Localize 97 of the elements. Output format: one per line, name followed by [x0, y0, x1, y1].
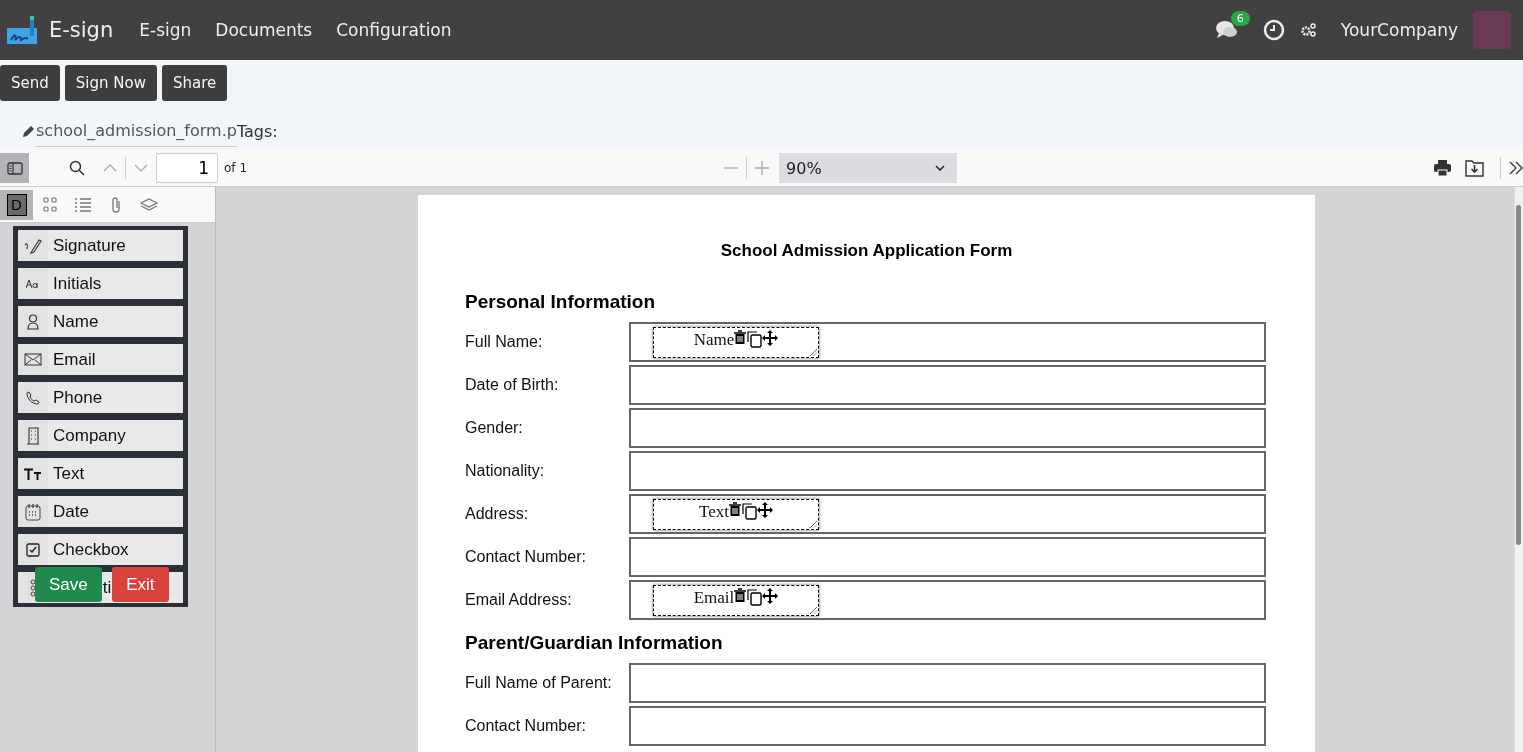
placed-field[interactable]: Email — [653, 584, 819, 616]
layers-icon — [139, 197, 158, 212]
field-type-label: Checkbox — [53, 539, 129, 560]
form-field-label: Date of Birth: — [465, 376, 560, 394]
resize-grip-icon[interactable] — [810, 348, 817, 356]
exit-button[interactable]: Exit — [112, 567, 169, 602]
field-type-item[interactable]: Initials — [18, 268, 183, 299]
action-button[interactable]: Send — [0, 65, 60, 101]
field-type-label: Name — [53, 311, 99, 332]
form-field-label: Email Address: — [465, 591, 573, 609]
form-field-label: Full Name: — [465, 333, 544, 351]
text-size-icon — [24, 467, 42, 480]
sidebar-toggle-button[interactable] — [0, 153, 29, 183]
sidebar-panel-icon — [6, 161, 23, 175]
company-name[interactable]: YourCompany — [1340, 20, 1458, 40]
field-type-label: Signature — [53, 235, 126, 256]
app-title: E-sign — [49, 18, 114, 42]
calendar-icon — [25, 502, 41, 521]
form-field-label: Nationality: — [465, 462, 546, 480]
field-type-item[interactable]: Date — [18, 496, 183, 527]
copy-icon[interactable] — [746, 587, 763, 606]
field-type-item[interactable]: Name — [18, 306, 183, 337]
list-icon — [73, 196, 92, 213]
move-icon[interactable] — [762, 329, 779, 346]
field-type-label: Text — [53, 463, 85, 484]
field-type-label: Date — [53, 501, 89, 522]
paperclip-icon — [109, 195, 122, 214]
gears-icon[interactable] — [1300, 22, 1317, 38]
search-icon[interactable] — [69, 160, 85, 176]
form-input-box[interactable] — [629, 408, 1266, 448]
signature-logo-icon — [6, 15, 38, 45]
filename-field[interactable]: school_admission_form.p — [36, 121, 237, 147]
zoom-select[interactable]: 90% — [779, 153, 957, 183]
field-type-label: Company — [53, 425, 126, 446]
form-field-label: Full Name of Parent: — [465, 674, 613, 692]
menu-item[interactable]: Configuration — [336, 20, 452, 40]
download-icon[interactable] — [1465, 159, 1484, 177]
page-number-field[interactable]: 1 — [156, 153, 218, 183]
action-button[interactable]: Sign Now — [64, 65, 157, 101]
placed-field[interactable]: Text — [653, 498, 819, 530]
field-type-item[interactable]: Signature — [18, 230, 183, 261]
caret-icon — [935, 165, 945, 171]
field-type-item[interactable]: Email — [18, 344, 183, 375]
dots-icon — [29, 578, 37, 597]
field-type-label: Initials — [53, 273, 102, 294]
action-button[interactable]: Share — [161, 65, 228, 101]
copy-icon[interactable] — [746, 329, 763, 348]
form-title: School Admission Application Form — [719, 241, 1014, 261]
building-icon — [26, 426, 40, 445]
tags-label: Tags: — [236, 121, 278, 141]
chat-icon[interactable] — [1214, 19, 1239, 41]
move-icon[interactable] — [762, 587, 779, 604]
move-icon[interactable] — [757, 501, 773, 518]
form-input-box[interactable]: Text — [629, 494, 1266, 534]
copy-icon[interactable] — [741, 501, 757, 520]
print-icon[interactable] — [1434, 160, 1451, 176]
phone-icon — [26, 390, 40, 405]
sidebar-tab[interactable]: D — [0, 189, 33, 220]
message-count-badge: 6 — [1230, 11, 1250, 26]
field-type-item[interactable]: Checkbox — [18, 534, 183, 565]
form-input-box[interactable] — [629, 537, 1266, 577]
section-heading: Parent/Guardian Information — [465, 632, 724, 654]
field-type-item[interactable]: Phone — [18, 382, 183, 413]
field-type-item[interactable]: Text — [18, 458, 183, 489]
field-type-item[interactable]: Company — [18, 420, 183, 451]
form-input-box[interactable] — [629, 451, 1266, 491]
save-button[interactable]: Save — [35, 567, 102, 602]
clock-icon[interactable] — [1262, 19, 1285, 41]
field-type-label: ti — [102, 577, 112, 598]
form-input-box[interactable]: Name — [629, 322, 1266, 362]
form-field-label: Contact Number: — [465, 717, 587, 735]
pencil-icon[interactable] — [22, 124, 36, 138]
menu-item[interactable]: Documents — [215, 20, 313, 40]
form-input-box[interactable] — [629, 663, 1266, 703]
menu-item[interactable]: E-sign — [139, 20, 192, 40]
field-type-label: Email — [53, 349, 96, 370]
placed-field[interactable]: Name — [653, 326, 819, 358]
trash-icon[interactable] — [734, 587, 747, 602]
form-field-label: Address: — [465, 505, 530, 523]
person-icon — [27, 313, 39, 330]
form-input-box[interactable] — [629, 706, 1266, 746]
section-heading: Personal Information — [465, 291, 657, 313]
envelope-icon — [24, 353, 42, 366]
trash-icon[interactable] — [729, 501, 741, 516]
checkbox-icon — [26, 542, 40, 557]
thumbnails-icon — [42, 196, 57, 213]
resize-grip-icon[interactable] — [810, 606, 817, 614]
form-field-label: Contact Number: — [465, 548, 587, 566]
page-count: of 1 — [224, 161, 247, 175]
initials-icon — [26, 278, 40, 289]
field-type-label: Phone — [53, 387, 103, 408]
form-input-box[interactable] — [629, 365, 1266, 405]
double-chevron-icon[interactable] — [1509, 161, 1523, 175]
form-input-box[interactable]: Email — [629, 580, 1266, 620]
trash-icon[interactable] — [734, 329, 747, 344]
form-field-label: Gender: — [465, 419, 524, 437]
resize-grip-icon[interactable] — [810, 520, 817, 528]
